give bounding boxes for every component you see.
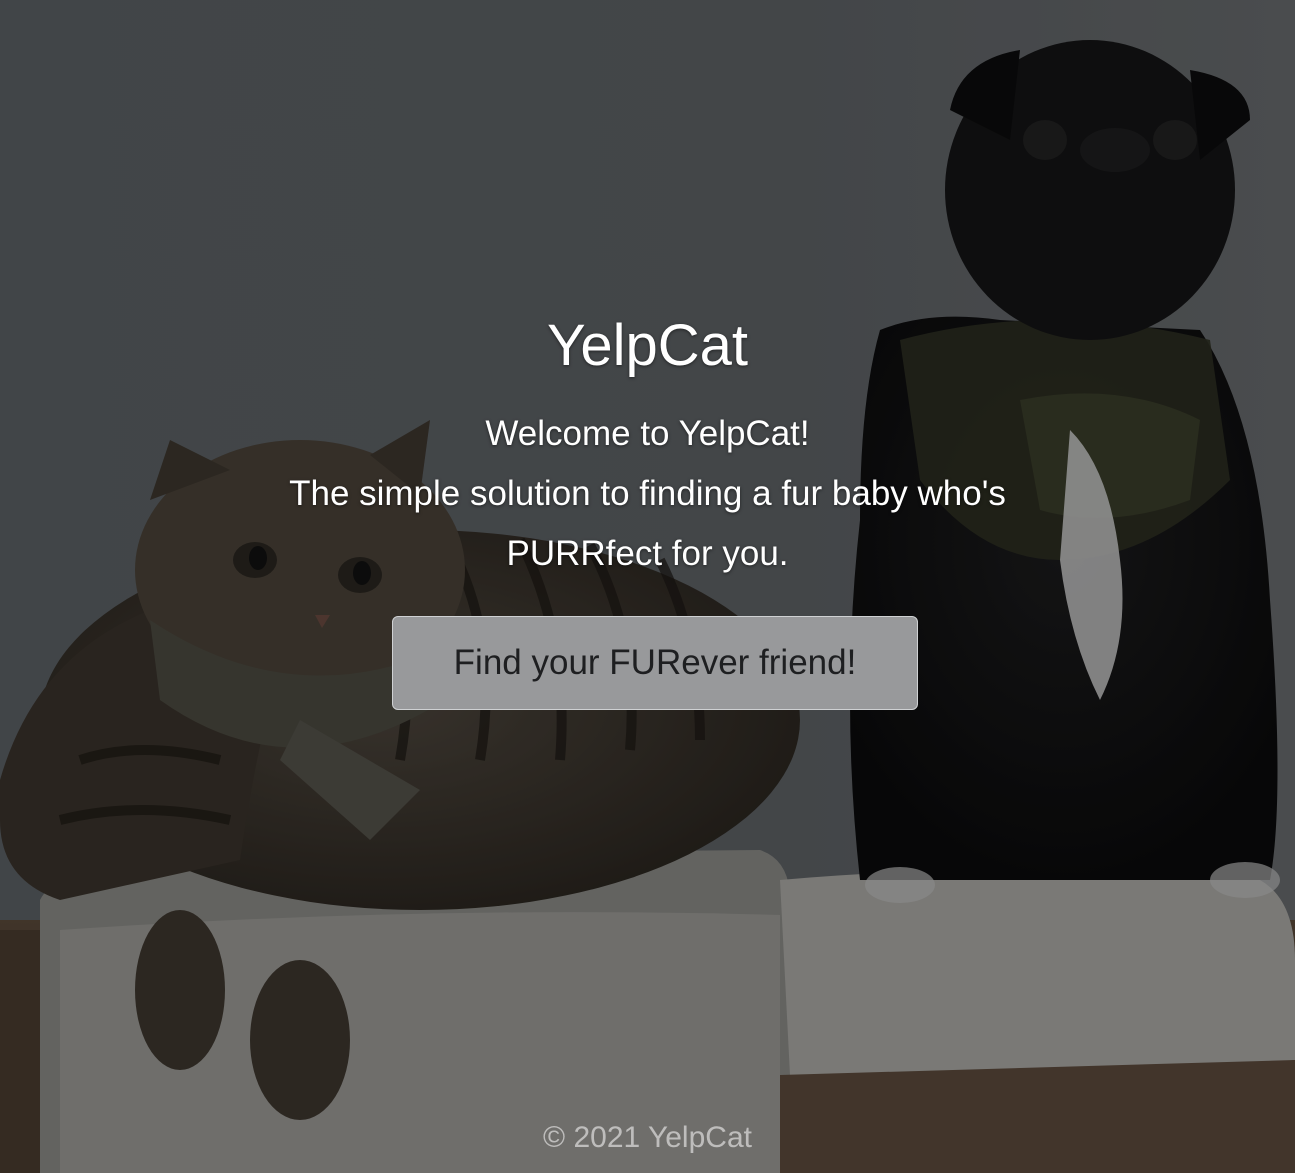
cover-container: YelpCat Welcome to YelpCat! The simple s…	[0, 0, 1295, 1173]
page-title: YelpCat	[546, 313, 749, 378]
lead-line-purrfect: PURRfect for you.	[506, 534, 789, 573]
lead-text: Welcome to YelpCat! The simple solution …	[0, 404, 1295, 584]
find-friend-button[interactable]: Find your FURever friend!	[392, 616, 918, 710]
lead-line-welcome: Welcome to YelpCat!	[485, 414, 810, 453]
lead-line-solution: The simple solution to finding a fur bab…	[289, 474, 1006, 513]
footer-copyright: © 2021 YelpCat	[543, 1121, 752, 1154]
